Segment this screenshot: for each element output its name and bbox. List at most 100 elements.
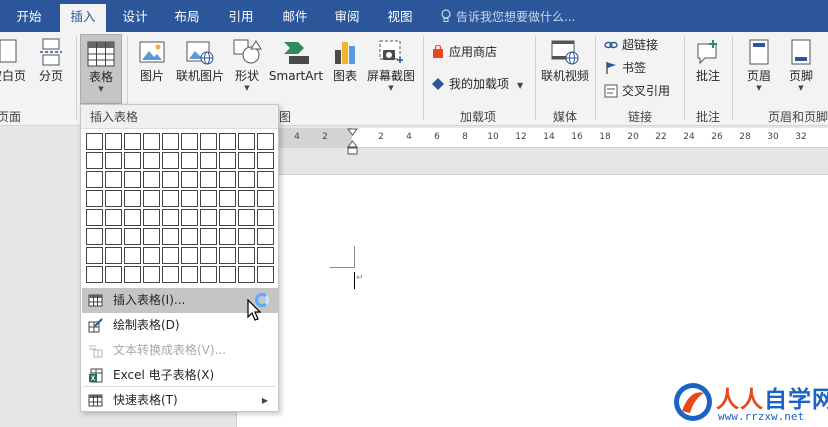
table-grid-cell[interactable] (86, 247, 103, 264)
table-grid-cell[interactable] (257, 171, 274, 188)
online-picture-button[interactable]: 联机图片 (172, 38, 228, 84)
table-grid-cell[interactable] (200, 190, 217, 207)
table-grid-cell[interactable] (162, 133, 179, 150)
table-grid-cell[interactable] (105, 133, 122, 150)
indent-marker-icon[interactable] (347, 128, 358, 156)
table-grid-cell[interactable] (238, 152, 255, 169)
tab-mailings[interactable]: 邮件 (272, 6, 318, 32)
table-grid-cell[interactable] (124, 228, 141, 245)
table-grid-cell[interactable] (181, 228, 198, 245)
screenshot-button[interactable]: 屏幕截图 ▼ (364, 38, 418, 92)
table-grid-cell[interactable] (238, 247, 255, 264)
table-grid-cell[interactable] (200, 133, 217, 150)
table-grid-cell[interactable] (105, 171, 122, 188)
table-grid-cell[interactable] (162, 171, 179, 188)
table-grid-cell[interactable] (181, 266, 198, 283)
table-grid-cell[interactable] (200, 266, 217, 283)
table-grid-cell[interactable] (124, 247, 141, 264)
table-grid-cell[interactable] (143, 266, 160, 283)
table-grid-cell[interactable] (86, 133, 103, 150)
table-grid-cell[interactable] (105, 190, 122, 207)
table-grid-cell[interactable] (143, 190, 160, 207)
tab-layout[interactable]: 布局 (164, 6, 210, 32)
horizontal-ruler[interactable]: 4 2 2 4 6 8 10 12 14 16 18 20 22 24 26 2… (278, 128, 828, 155)
table-grid-cell[interactable] (219, 209, 236, 226)
table-grid-cell[interactable] (238, 228, 255, 245)
table-grid-cell[interactable] (105, 247, 122, 264)
table-grid-cell[interactable] (257, 209, 274, 226)
table-grid-cell[interactable] (257, 190, 274, 207)
table-grid-cell[interactable] (257, 152, 274, 169)
table-grid-cell[interactable] (219, 190, 236, 207)
bookmark-button[interactable]: 书签 (604, 58, 646, 78)
table-grid-cell[interactable] (143, 171, 160, 188)
table-grid-cell[interactable] (219, 133, 236, 150)
table-grid-cell[interactable] (86, 152, 103, 169)
table-grid-cell[interactable] (124, 152, 141, 169)
table-grid-cell[interactable] (143, 209, 160, 226)
table-grid-cell[interactable] (105, 152, 122, 169)
table-grid-cell[interactable] (200, 228, 217, 245)
table-grid-cell[interactable] (257, 247, 274, 264)
table-grid-cell[interactable] (124, 171, 141, 188)
tab-view[interactable]: 视图 (377, 6, 423, 32)
table-grid-cell[interactable] (257, 228, 274, 245)
tab-home[interactable]: 开始 (6, 6, 52, 32)
table-grid-cell[interactable] (181, 133, 198, 150)
table-button[interactable]: 表格 ▼ (80, 34, 122, 104)
blank-page-button[interactable]: 空白页 (0, 38, 30, 84)
table-grid-cell[interactable] (162, 190, 179, 207)
table-grid-cell[interactable] (257, 133, 274, 150)
online-video-button[interactable]: 联机视频 (538, 38, 592, 84)
table-grid-cell[interactable] (162, 152, 179, 169)
table-grid-cell[interactable] (86, 228, 103, 245)
table-grid-cell[interactable] (238, 171, 255, 188)
table-grid-cell[interactable] (238, 209, 255, 226)
table-grid-cell[interactable] (219, 152, 236, 169)
picture-button[interactable]: 图片 (134, 38, 170, 84)
table-grid-cell[interactable] (143, 133, 160, 150)
table-grid-cell[interactable] (124, 133, 141, 150)
table-grid-cell[interactable] (200, 152, 217, 169)
table-grid-cell[interactable] (124, 209, 141, 226)
table-grid-cell[interactable] (200, 209, 217, 226)
comment-button[interactable]: 批注 (690, 38, 726, 84)
table-grid-cell[interactable] (86, 171, 103, 188)
shapes-button[interactable]: 形状 ▼ (230, 38, 264, 92)
table-grid-cell[interactable] (200, 247, 217, 264)
table-grid-cell[interactable] (143, 152, 160, 169)
table-grid-cell[interactable] (105, 266, 122, 283)
my-addins-button[interactable]: 我的加载项 ▼ (431, 74, 523, 94)
tab-design[interactable]: 设计 (112, 6, 158, 32)
table-grid-cell[interactable] (238, 133, 255, 150)
table-grid-cell[interactable] (200, 171, 217, 188)
tab-references[interactable]: 引用 (218, 6, 264, 32)
table-grid-cell[interactable] (143, 247, 160, 264)
store-button[interactable]: 应用商店 (431, 42, 497, 62)
table-grid-cell[interactable] (86, 190, 103, 207)
table-grid-cell[interactable] (181, 171, 198, 188)
excel-spreadsheet-menu-item[interactable]: X Excel 电子表格(X) (82, 363, 278, 388)
table-grid-cell[interactable] (124, 190, 141, 207)
table-grid-cell[interactable] (181, 209, 198, 226)
table-grid-cell[interactable] (162, 209, 179, 226)
footer-button[interactable]: 页脚 ▼ (784, 38, 818, 92)
page-break-button[interactable]: 分页 (32, 38, 70, 84)
cross-reference-button[interactable]: 交叉引用 (604, 81, 670, 101)
chart-button[interactable]: 图表 (328, 38, 362, 84)
table-grid-cell[interactable] (143, 228, 160, 245)
tab-insert[interactable]: 插入 (60, 4, 106, 32)
table-grid-cell[interactable] (124, 266, 141, 283)
table-grid-cell[interactable] (238, 190, 255, 207)
table-grid-cell[interactable] (181, 190, 198, 207)
table-grid-cell[interactable] (162, 266, 179, 283)
table-grid-cell[interactable] (219, 247, 236, 264)
hyperlink-button[interactable]: 超链接 (604, 35, 658, 55)
table-grid-cell[interactable] (219, 266, 236, 283)
table-grid-cell[interactable] (105, 228, 122, 245)
table-grid-cell[interactable] (219, 228, 236, 245)
table-grid-cell[interactable] (181, 247, 198, 264)
table-grid-cell[interactable] (105, 209, 122, 226)
table-grid-cell[interactable] (181, 152, 198, 169)
smartart-button[interactable]: SmartArt (268, 38, 324, 84)
